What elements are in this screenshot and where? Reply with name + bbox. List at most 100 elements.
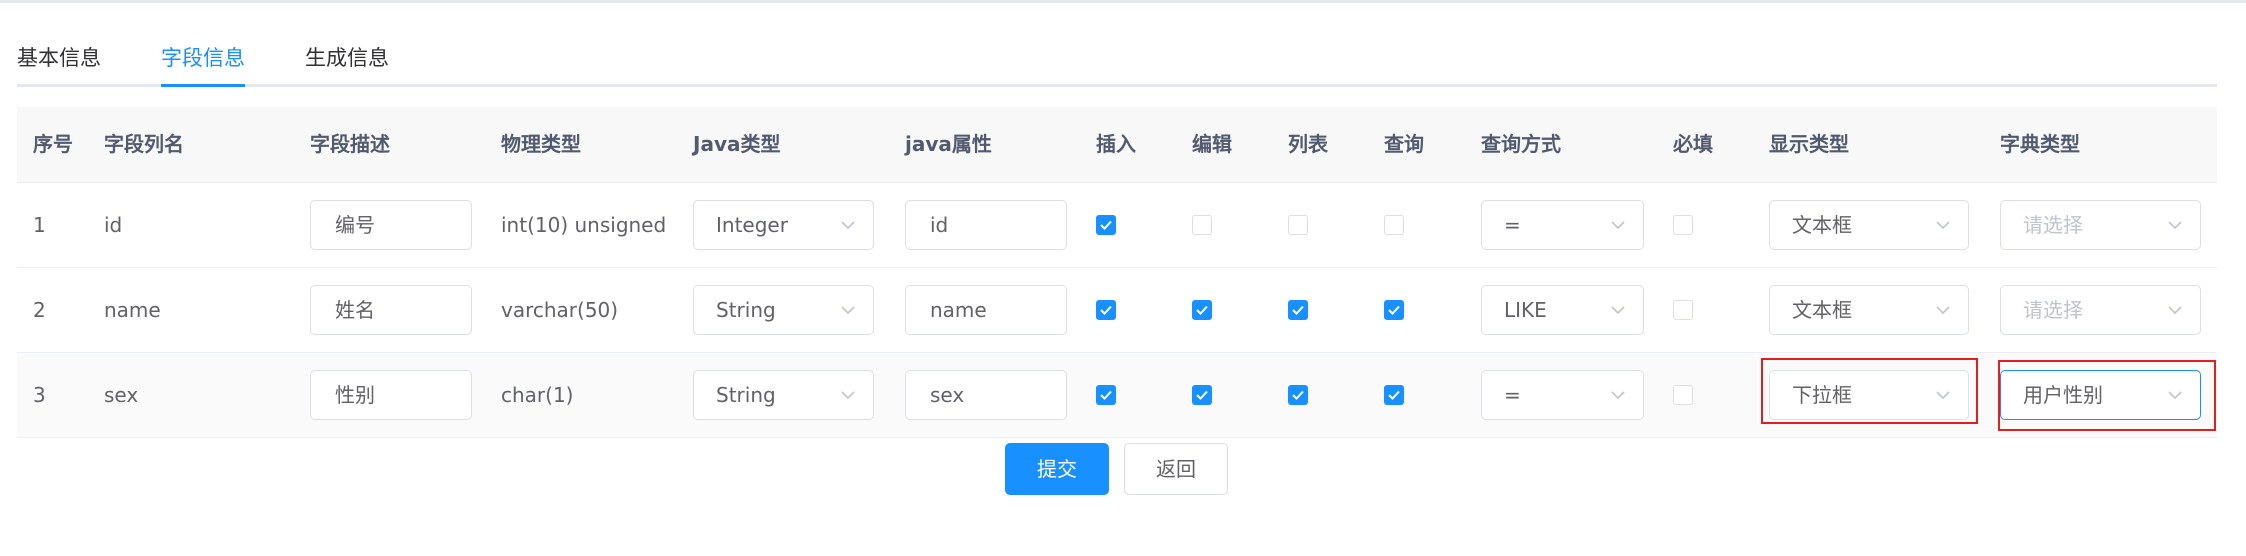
column-desc-input[interactable]: 编号 xyxy=(310,200,472,250)
cell-column-name: name xyxy=(104,298,161,322)
header-query: 查询 xyxy=(1384,132,1424,156)
required-checkbox[interactable] xyxy=(1673,300,1693,320)
header-required: 必填 xyxy=(1673,132,1713,156)
header-java-field: java属性 xyxy=(905,132,992,156)
cell-column-name: id xyxy=(104,213,123,237)
java-field-input[interactable]: name xyxy=(905,285,1067,335)
chevron-down-icon xyxy=(1611,221,1625,230)
header-physical-type: 物理类型 xyxy=(501,132,581,156)
header-java-type: Java类型 xyxy=(693,132,781,156)
check-icon xyxy=(1388,305,1400,315)
chevron-down-icon xyxy=(1936,391,1950,400)
submit-button[interactable]: 提交 xyxy=(1005,443,1109,495)
query-type-select[interactable]: = xyxy=(1481,200,1644,250)
dict-type-select[interactable]: 请选择 xyxy=(2000,285,2201,335)
java-type-select[interactable]: Integer xyxy=(693,200,874,250)
insert-checkbox[interactable] xyxy=(1096,300,1116,320)
query-type-select[interactable]: LIKE xyxy=(1481,285,1644,335)
java-type-select[interactable]: String xyxy=(693,370,874,420)
top-divider xyxy=(0,0,2246,3)
chevron-down-icon xyxy=(1936,221,1950,230)
chevron-down-icon xyxy=(2168,306,2182,315)
header-column-desc: 字段描述 xyxy=(310,132,390,156)
header-index: 序号 xyxy=(33,132,73,156)
html-type-select[interactable]: 下拉框 xyxy=(1769,370,1969,420)
table-row: 3 sex 性别 char(1) String sex = 下拉框 用户性别 xyxy=(17,353,2217,438)
chevron-down-icon xyxy=(1611,306,1625,315)
java-type-value: String xyxy=(716,383,776,407)
header-dict-type: 字典类型 xyxy=(2000,132,2080,156)
cell-column-name: sex xyxy=(104,383,139,407)
query-type-value: = xyxy=(1504,383,1521,407)
header-edit: 编辑 xyxy=(1192,132,1232,156)
dict-type-placeholder: 请选择 xyxy=(2023,213,2083,237)
html-type-value: 文本框 xyxy=(1792,298,1852,322)
query-checkbox[interactable] xyxy=(1384,215,1404,235)
header-column-name: 字段列名 xyxy=(104,132,184,156)
back-button[interactable]: 返回 xyxy=(1124,443,1228,495)
check-icon xyxy=(1100,220,1112,230)
html-type-select[interactable]: 文本框 xyxy=(1769,285,1969,335)
check-icon xyxy=(1388,390,1400,400)
list-checkbox[interactable] xyxy=(1288,215,1308,235)
check-icon xyxy=(1292,305,1304,315)
chevron-down-icon xyxy=(2168,391,2182,400)
dict-type-placeholder: 请选择 xyxy=(2023,298,2083,322)
table-header: 序号 字段列名 字段描述 物理类型 Java类型 java属性 插入 编辑 列表… xyxy=(17,107,2217,183)
tab-track xyxy=(17,84,2217,87)
java-type-select[interactable]: String xyxy=(693,285,874,335)
column-desc-input[interactable]: 性别 xyxy=(310,370,472,420)
query-type-value: LIKE xyxy=(1504,298,1547,322)
html-type-value: 下拉框 xyxy=(1792,383,1852,407)
dict-type-select[interactable]: 用户性别 xyxy=(2000,370,2201,420)
html-type-value: 文本框 xyxy=(1792,213,1852,237)
html-type-select[interactable]: 文本框 xyxy=(1769,200,1969,250)
dict-type-value: 用户性别 xyxy=(2023,383,2103,407)
column-desc-input[interactable]: 姓名 xyxy=(310,285,472,335)
header-html-type: 显示类型 xyxy=(1769,132,1849,156)
check-icon xyxy=(1196,390,1208,400)
query-type-value: = xyxy=(1504,213,1521,237)
edit-checkbox[interactable] xyxy=(1192,385,1212,405)
tab-basic-info[interactable]: 基本信息 xyxy=(17,42,101,72)
required-checkbox[interactable] xyxy=(1673,385,1693,405)
tab-gen-info[interactable]: 生成信息 xyxy=(305,42,389,72)
query-type-select[interactable]: = xyxy=(1481,370,1644,420)
insert-checkbox[interactable] xyxy=(1096,385,1116,405)
chevron-down-icon xyxy=(2168,221,2182,230)
chevron-down-icon xyxy=(841,221,855,230)
cell-index: 1 xyxy=(33,213,46,237)
header-list: 列表 xyxy=(1288,132,1328,156)
query-checkbox[interactable] xyxy=(1384,385,1404,405)
check-icon xyxy=(1100,305,1112,315)
table-row: 1 id 编号 int(10) unsigned Integer id = 文本… xyxy=(17,183,2217,268)
header-insert: 插入 xyxy=(1096,132,1136,156)
java-field-input[interactable]: id xyxy=(905,200,1067,250)
java-field-input[interactable]: sex xyxy=(905,370,1067,420)
cell-physical-type: char(1) xyxy=(501,383,574,407)
java-type-value: String xyxy=(716,298,776,322)
java-type-value: Integer xyxy=(716,213,788,237)
edit-checkbox[interactable] xyxy=(1192,215,1212,235)
table-row: 2 name 姓名 varchar(50) String name LIKE 文… xyxy=(17,268,2217,353)
required-checkbox[interactable] xyxy=(1673,215,1693,235)
check-icon xyxy=(1100,390,1112,400)
tab-field-info[interactable]: 字段信息 xyxy=(161,42,245,72)
cell-physical-type: varchar(50) xyxy=(501,298,619,322)
dict-type-select[interactable]: 请选择 xyxy=(2000,200,2201,250)
edit-checkbox[interactable] xyxy=(1192,300,1212,320)
header-query-type: 查询方式 xyxy=(1481,132,1561,156)
chevron-down-icon xyxy=(841,306,855,315)
query-checkbox[interactable] xyxy=(1384,300,1404,320)
tab-bar: 基本信息 字段信息 生成信息 xyxy=(17,30,2217,87)
check-icon xyxy=(1196,305,1208,315)
cell-index: 2 xyxy=(33,298,46,322)
cell-physical-type: int(10) unsigned xyxy=(501,213,667,237)
chevron-down-icon xyxy=(841,391,855,400)
list-checkbox[interactable] xyxy=(1288,300,1308,320)
insert-checkbox[interactable] xyxy=(1096,215,1116,235)
chevron-down-icon xyxy=(1936,306,1950,315)
chevron-down-icon xyxy=(1611,391,1625,400)
tab-active-indicator xyxy=(161,84,245,87)
list-checkbox[interactable] xyxy=(1288,385,1308,405)
